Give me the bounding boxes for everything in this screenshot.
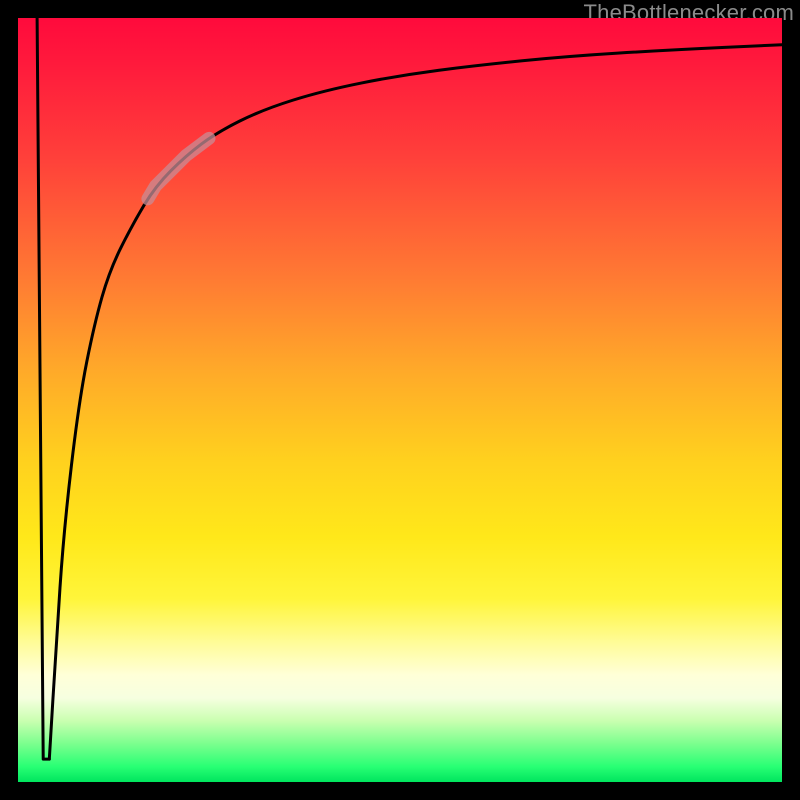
highlight-segment [148, 138, 209, 198]
curve-group [37, 18, 782, 759]
curves-svg [18, 18, 782, 782]
plot-area [18, 18, 782, 782]
growth-line [49, 45, 782, 759]
spike-line [37, 18, 49, 759]
chart-frame: TheBottlenecker.com [0, 0, 800, 800]
